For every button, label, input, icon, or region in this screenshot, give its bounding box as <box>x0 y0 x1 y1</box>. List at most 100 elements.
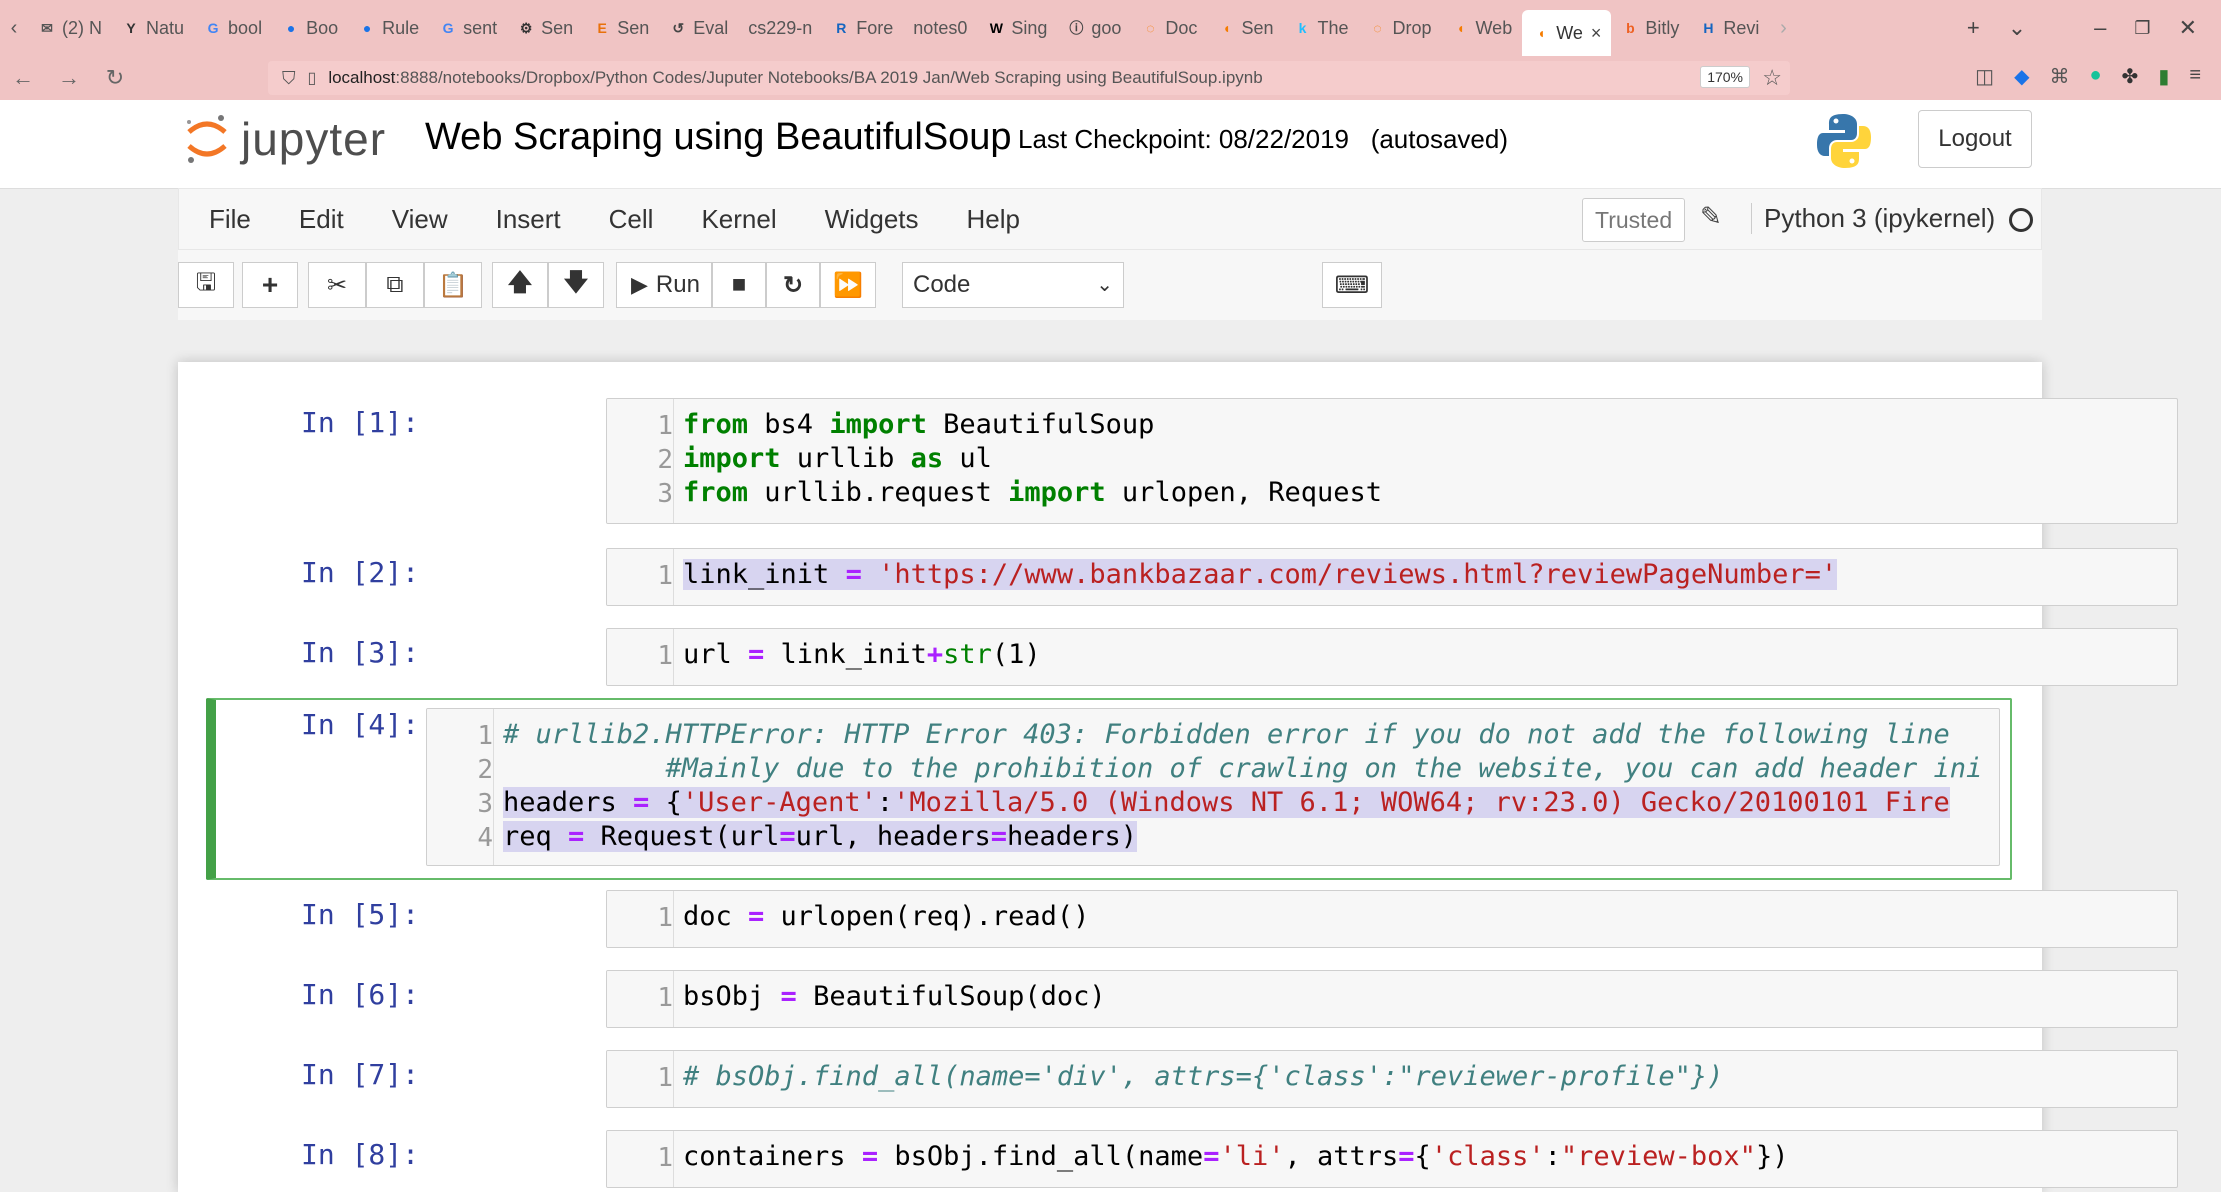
browser-tab[interactable]: ● Rule <box>348 8 429 48</box>
tab-bar-controls: + ⌄ – ❐ ✕ <box>1967 15 2221 41</box>
pocket-icon[interactable]: ◫ <box>1975 64 1994 89</box>
menu-view[interactable]: View <box>368 204 472 235</box>
new-tab-icon[interactable]: + <box>1967 15 1980 41</box>
code-editor[interactable]: 1 2 3 4 # urllib2.HTTPError: HTTP Error … <box>426 708 2000 866</box>
browser-tab[interactable]: ⓘ goo <box>1057 8 1131 48</box>
browser-tab[interactable]: ◌ Doc <box>1131 8 1207 48</box>
browser-tab[interactable]: H Revi <box>1689 8 1769 48</box>
tab-scroll-left-icon[interactable]: ‹ <box>0 17 28 40</box>
move-up-button[interactable]: 🡅 <box>492 262 548 308</box>
interrupt-button[interactable]: ■ <box>712 262 766 308</box>
close-tab-icon[interactable]: × <box>1591 23 1602 44</box>
code-editor[interactable]: 1 doc = urlopen(req).read() <box>606 890 2178 948</box>
cut-button[interactable]: ✂ <box>308 262 366 308</box>
code-text: req <box>503 821 569 852</box>
code-editor[interactable]: 1 bsObj = BeautifulSoup(doc) <box>606 970 2178 1028</box>
browser-tab[interactable]: W Sing <box>977 8 1057 48</box>
extension-blue-icon[interactable]: ◆ <box>2014 64 2029 89</box>
menu-help[interactable]: Help <box>943 204 1044 235</box>
trusted-indicator[interactable]: Trusted <box>1582 198 1686 242</box>
code-cell-6[interactable]: In [6]: 1 bsObj = BeautifulSoup(doc) <box>206 970 2178 1028</box>
menu-hamburger-icon[interactable]: ≡ <box>2189 64 2201 89</box>
copy-button[interactable]: ⧉ <box>366 262 424 308</box>
restart-run-all-button[interactable]: ⏩ <box>820 262 876 308</box>
code-cell-8[interactable]: In [8]: 1 containers = bsObj.find_all(na… <box>206 1130 2178 1188</box>
jupyter-header: jupyter Web Scraping using BeautifulSoup… <box>0 100 2221 189</box>
insert-cell-button[interactable]: + <box>242 262 298 308</box>
extension-translate-icon[interactable]: ⌘ <box>2049 64 2069 89</box>
browser-tab-active[interactable]: ◖ We × <box>1522 10 1612 56</box>
reload-icon[interactable]: ↻ <box>92 65 138 91</box>
menu-kernel[interactable]: Kernel <box>677 204 800 235</box>
stop-icon: ■ <box>731 271 747 298</box>
code-cell-4-selected[interactable]: In [4]: 1 2 3 4 # urllib2.HTTPError: HTT… <box>206 698 2012 880</box>
browser-tab-label: Boo <box>306 17 339 38</box>
browser-tab[interactable]: ◌ Drop <box>1359 8 1442 48</box>
save-button[interactable]: 🖫 <box>178 262 234 308</box>
kernel-name[interactable]: Python 3 (ipykernel) <box>1751 203 1995 234</box>
browser-tab-label: sent <box>463 17 498 38</box>
code-text: url, headers <box>795 821 991 852</box>
code-comment: # urllib2.HTTPError: HTTP Error 403: For… <box>503 719 1950 750</box>
notebook-title[interactable]: Web Scraping using BeautifulSoup <box>425 116 1012 159</box>
zoom-level[interactable]: 170% <box>1700 66 1750 88</box>
browser-tab[interactable]: b Bitly <box>1611 8 1689 48</box>
code-text: bs4 <box>748 409 830 440</box>
code-cell-3[interactable]: In [3]: 1 url = link_init+str(1) <box>206 628 2178 686</box>
browser-tab[interactable]: ◖ Web <box>1442 8 1523 48</box>
browser-tab[interactable]: ⚙ Sen <box>507 8 583 48</box>
paste-button[interactable]: 📋 <box>424 262 482 308</box>
logout-button[interactable]: Logout <box>1918 110 2032 168</box>
tab-scroll-right-icon[interactable]: › <box>1769 17 1797 40</box>
battery-icon[interactable]: ▮ <box>2158 64 2169 89</box>
code-editor[interactable]: 1 # bsObj.find_all(name='div', attrs={'c… <box>606 1050 2178 1108</box>
browser-tab[interactable]: ↺ Eval <box>659 8 738 48</box>
browser-tab[interactable]: k The <box>1283 8 1358 48</box>
restart-button[interactable]: ↻ <box>766 262 820 308</box>
code-editor[interactable]: 1 2 3 from bs4 import BeautifulSoup impo… <box>606 398 2178 524</box>
code-editor[interactable]: 1 url = link_init+str(1) <box>606 628 2178 686</box>
minimize-icon[interactable]: – <box>2094 15 2106 41</box>
browser-tab[interactable]: ◖ Sen <box>1207 8 1283 48</box>
move-down-button[interactable]: 🡇 <box>548 262 604 308</box>
clipboard-icon: 📋 <box>438 271 468 299</box>
browser-tab-label: Sing <box>1011 17 1048 38</box>
browser-tab-label: goo <box>1091 17 1122 38</box>
menu-file[interactable]: File <box>179 204 275 235</box>
extension-puzzle-icon[interactable]: ✤ <box>2122 64 2139 89</box>
back-arrow-icon[interactable]: ← <box>0 65 46 91</box>
code-editor[interactable]: 1 containers = bsObj.find_all(name='li',… <box>606 1130 2178 1188</box>
tab-list-chevron-icon[interactable]: ⌄ <box>2008 15 2026 41</box>
restore-icon[interactable]: ❐ <box>2134 18 2150 39</box>
jupyter-logo[interactable]: jupyter <box>185 112 386 166</box>
browser-tab[interactable]: notes0 <box>903 8 977 48</box>
code-text: , attrs <box>1284 1141 1399 1172</box>
close-window-icon[interactable]: ✕ <box>2179 15 2197 41</box>
browser-tab[interactable]: Gsent <box>429 8 507 48</box>
grammarly-icon[interactable]: ● <box>2089 64 2101 89</box>
menu-insert[interactable]: Insert <box>472 204 585 235</box>
pencil-icon[interactable]: ✎ <box>1700 201 1722 232</box>
menu-cell[interactable]: Cell <box>585 204 678 235</box>
browser-tab[interactable]: ✉ (2) N <box>28 8 112 48</box>
address-bar[interactable]: ⛉ ▯ localhost:8888/notebooks/Dropbox/Pyt… <box>268 61 1790 95</box>
cell-type-select[interactable]: Code ⌄ <box>902 262 1124 308</box>
browser-tab[interactable]: E Sen <box>583 8 659 48</box>
string-literal: 'https://www.bankbazaar.com/reviews.html… <box>861 559 1838 590</box>
command-palette-button[interactable]: ⌨ <box>1322 262 1382 308</box>
code-cell-7[interactable]: In [7]: 1 # bsObj.find_all(name='div', a… <box>206 1050 2178 1108</box>
browser-tab[interactable]: cs229-n <box>738 8 822 48</box>
browser-tab[interactable]: Gbool <box>194 8 272 48</box>
browser-tab[interactable]: R Fore <box>822 8 903 48</box>
code-cell-1[interactable]: In [1]: 1 2 3 from bs4 import BeautifulS… <box>206 398 2178 524</box>
code-cell-5[interactable]: In [5]: 1 doc = urlopen(req).read() <box>206 890 2178 948</box>
code-cell-2[interactable]: In [2]: 1 link_init = 'https://www.bankb… <box>206 548 2178 606</box>
run-button[interactable]: ▶ Run <box>616 262 712 308</box>
browser-tab[interactable]: Y Natu <box>112 8 194 48</box>
menu-edit[interactable]: Edit <box>275 204 368 235</box>
browser-tab[interactable]: ● Boo <box>272 8 348 48</box>
code-editor[interactable]: 1 link_init = 'https://www.bankbazaar.co… <box>606 548 2178 606</box>
forward-arrow-icon[interactable]: → <box>46 65 92 91</box>
bookmark-star-icon[interactable]: ☆ <box>1762 65 1782 91</box>
menu-widgets[interactable]: Widgets <box>801 204 943 235</box>
